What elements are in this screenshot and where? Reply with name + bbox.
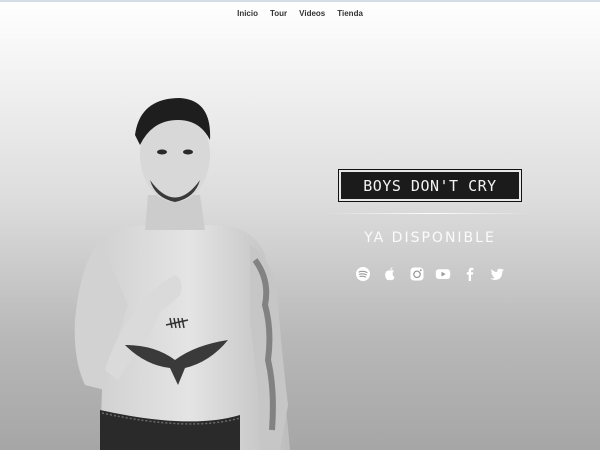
apple-icon[interactable]	[382, 266, 398, 282]
top-border	[0, 0, 600, 2]
nav-item-tour[interactable]: Tour	[270, 9, 287, 18]
youtube-icon[interactable]	[435, 266, 451, 282]
divider	[325, 213, 535, 214]
instagram-icon[interactable]	[409, 266, 425, 282]
facebook-icon[interactable]	[462, 266, 478, 282]
spotify-icon[interactable]	[355, 266, 371, 282]
nav-item-tienda[interactable]: Tienda	[337, 9, 363, 18]
social-links	[355, 264, 505, 284]
release-subtitle: YA DISPONIBLE	[364, 230, 496, 246]
twitter-icon[interactable]	[489, 266, 505, 282]
album-title-box: BOYS DON'T CRY	[338, 169, 522, 202]
nav-item-videos[interactable]: Videos	[299, 9, 325, 18]
nav-item-inicio[interactable]: Inicio	[237, 9, 258, 18]
artist-photo	[74, 98, 290, 450]
main-nav: Inicio Tour Videos Tienda	[0, 9, 600, 18]
album-title: BOYS DON'T CRY	[363, 176, 497, 195]
